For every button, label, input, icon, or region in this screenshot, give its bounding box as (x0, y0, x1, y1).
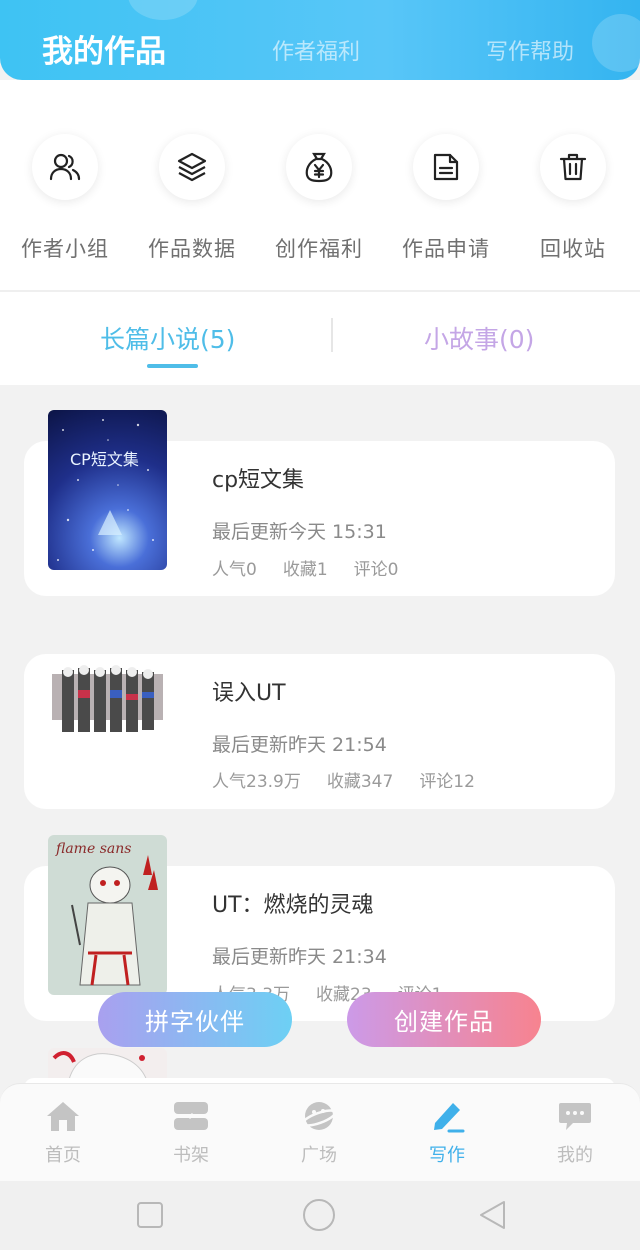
tool-label: 回收站 (540, 237, 606, 261)
tool-author-group[interactable]: 作者小组 (5, 134, 125, 263)
tab-long-novel[interactable]: 长篇小说(5) (100, 320, 235, 356)
work-cover[interactable]: flame sans (48, 835, 167, 995)
active-tab-indicator (147, 364, 198, 368)
tab-label: 写作 (429, 1145, 465, 1166)
tool-label: 创作福利 (275, 237, 363, 261)
work-title: UT：燃烧的灵魂 (212, 893, 374, 918)
cover-title: CP短文集 (70, 450, 139, 469)
tab-my-works[interactable]: 我的作品 (42, 26, 166, 71)
document-icon (413, 134, 479, 200)
back-icon[interactable] (478, 1199, 508, 1231)
system-nav-bar (0, 1181, 640, 1250)
cover-title: flame sans (56, 841, 132, 857)
users-icon (32, 134, 98, 200)
tool-work-data[interactable]: 作品数据 (132, 134, 252, 263)
tool-label: 作品数据 (148, 237, 236, 261)
divider (0, 290, 640, 292)
tabbar-plaza[interactable]: 广场 (279, 1098, 359, 1167)
tab-label: 我的 (557, 1145, 593, 1166)
tool-label: 作者小组 (21, 237, 109, 261)
typing-partner-button[interactable]: 拼字伙伴 (98, 992, 292, 1047)
work-stats: 人气0 收藏1 评论0 (212, 555, 424, 580)
create-work-button[interactable]: 创建作品 (347, 992, 541, 1047)
top-header: 我的作品 作者福利 写作帮助 (0, 0, 640, 80)
work-cover[interactable] (48, 660, 167, 736)
bookshelf-icon (151, 1098, 231, 1134)
recents-icon[interactable] (136, 1201, 164, 1229)
decor-bubble (128, 0, 198, 20)
home-circle-icon[interactable] (302, 1198, 336, 1232)
tab-writing-help[interactable]: 写作帮助 (486, 34, 574, 66)
planet-icon (279, 1098, 359, 1134)
money-bag-icon (286, 134, 352, 200)
work-title: cp短文集 (212, 468, 305, 493)
tabbar-home[interactable]: 首页 (23, 1098, 103, 1167)
tool-label: 作品申请 (402, 237, 490, 261)
work-title: 误入UT (212, 681, 286, 706)
work-comments: 评论12 (419, 772, 475, 792)
pen-icon (407, 1098, 487, 1134)
work-popularity: 人气0 (212, 560, 257, 580)
tool-work-application[interactable]: 作品申请 (386, 134, 506, 263)
tab-label: 首页 (45, 1145, 81, 1166)
segment-divider (331, 318, 333, 352)
tab-author-benefits[interactable]: 作者福利 (272, 34, 360, 66)
tabbar-write[interactable]: 写作 (407, 1098, 487, 1167)
tab-label: 广场 (301, 1145, 337, 1166)
tabbar-mine[interactable]: 我的 (535, 1098, 615, 1167)
work-favorites: 收藏347 (326, 772, 394, 792)
layers-icon (159, 134, 225, 200)
work-popularity: 人气23.9万 (212, 772, 301, 792)
decor-bubble (592, 14, 640, 72)
chat-bubble-icon (535, 1098, 615, 1134)
tab-short-story[interactable]: 小故事(0) (424, 320, 534, 356)
work-updated: 最后更新昨天 21:34 (212, 946, 387, 968)
work-favorites: 收藏1 (282, 560, 328, 580)
work-updated: 最后更新昨天 21:54 (212, 734, 387, 756)
tool-creation-benefits[interactable]: 创作福利 (259, 134, 379, 263)
work-stats: 人气23.9万 收藏347 评论12 (212, 767, 501, 792)
tool-recycle-bin[interactable]: 回收站 (513, 134, 633, 263)
work-cover[interactable]: CP短文集 (48, 410, 167, 570)
work-updated: 最后更新今天 15:31 (212, 521, 387, 543)
tab-label: 书架 (173, 1145, 209, 1166)
tabbar-bookshelf[interactable]: 书架 (151, 1098, 231, 1167)
work-comments: 评论0 (353, 560, 399, 580)
trash-icon (540, 134, 606, 200)
home-icon (23, 1098, 103, 1134)
